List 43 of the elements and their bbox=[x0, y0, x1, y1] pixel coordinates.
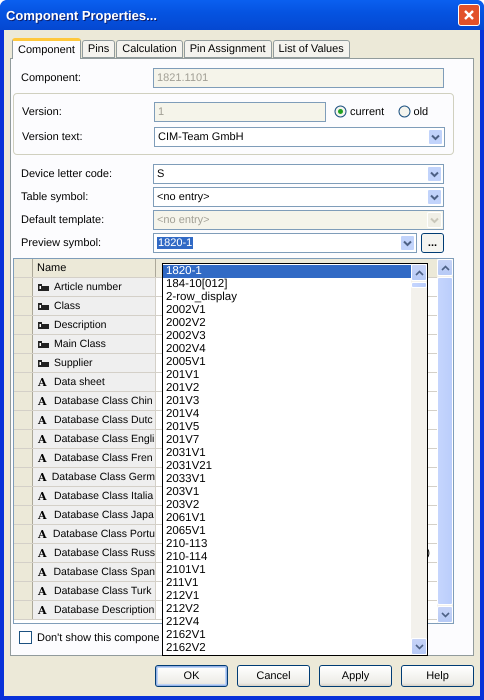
checkbox-label: Don't show this compone bbox=[37, 632, 160, 644]
text-attribute-icon: A bbox=[38, 604, 49, 616]
text-attribute-icon: A bbox=[38, 566, 48, 578]
field-label: Component: bbox=[21, 72, 82, 84]
dropdown-value: 1820-1 bbox=[157, 236, 194, 248]
attribute-name: Description bbox=[54, 319, 107, 331]
text-attribute-icon: A bbox=[38, 490, 49, 502]
window-title: Component Properties... bbox=[6, 8, 157, 22]
text-attribute-icon: A bbox=[38, 528, 48, 540]
attribute-name: Database Description bbox=[54, 604, 154, 616]
attribute-name: Article number bbox=[54, 281, 122, 293]
radio-label: old bbox=[414, 106, 428, 118]
text-attribute-icon: A bbox=[38, 432, 49, 446]
attribute-name: Database Class Engli bbox=[54, 433, 154, 445]
field-label: Version: bbox=[22, 106, 63, 118]
text-attribute-icon: A bbox=[38, 470, 47, 484]
field-label: Version text: bbox=[22, 130, 84, 142]
text-attribute-icon: A bbox=[38, 414, 49, 426]
attribute-name: Database Class Italia bbox=[54, 490, 154, 502]
field-label: Device letter code: bbox=[21, 168, 114, 180]
radio-label: current bbox=[350, 106, 384, 118]
text-attribute-icon: A bbox=[38, 452, 49, 464]
text-attribute-icon: A bbox=[38, 394, 49, 408]
attribute-name: Database Class Portu bbox=[52, 528, 155, 540]
text-attribute-icon: A bbox=[38, 508, 49, 522]
attribute-name: Database Class Dutc bbox=[54, 414, 153, 426]
attribute-name: Data sheet bbox=[54, 376, 105, 388]
attribute-name: Supplier bbox=[54, 357, 93, 369]
attribute-name: Class bbox=[54, 300, 80, 312]
attribute-name: Database Class Russ bbox=[54, 547, 155, 559]
field-label: Default template: bbox=[21, 214, 106, 226]
attribute-name: Database Class Fren bbox=[54, 452, 153, 464]
text-attribute-icon: A bbox=[38, 546, 49, 560]
attribute-name: Database Class Span bbox=[53, 566, 155, 578]
attribute-name: Database Class Chin bbox=[54, 395, 153, 407]
text-attribute-icon: A bbox=[38, 376, 49, 388]
field-label: Preview symbol: bbox=[21, 236, 102, 248]
attribute-name: Main Class bbox=[54, 338, 106, 350]
text-attribute-icon: A bbox=[38, 584, 49, 598]
field-label: Table symbol: bbox=[21, 190, 90, 202]
attribute-name: Database Class Turk bbox=[54, 585, 152, 597]
attribute-name: Database Class Japa bbox=[54, 509, 154, 521]
attribute-name: Database Class Germ bbox=[52, 471, 155, 483]
